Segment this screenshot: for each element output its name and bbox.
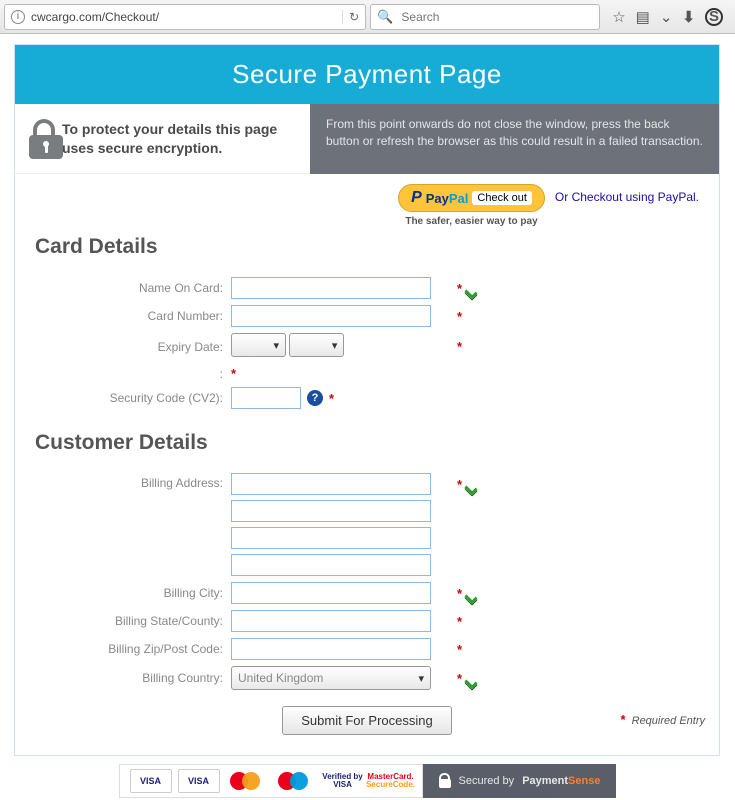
paypal-logo-pay: Pay (426, 191, 449, 206)
billing-address-1-input[interactable] (231, 473, 431, 495)
toolbar-icons: ☆ ▤ ⌄ ⬇ S (604, 8, 731, 26)
footer: VISA VISA Verified byVISA MasterCard.Sec… (14, 762, 721, 800)
lock-icon (29, 119, 50, 159)
visa-electron-badge: VISA (178, 769, 220, 793)
bookmark-star-icon[interactable]: ☆ (612, 8, 625, 26)
warning-text: From this point onwards do not close the… (310, 104, 719, 174)
payment-page: Secure Payment Page To protect your deta… (14, 44, 720, 756)
label-billing-state: Billing State/County: (35, 614, 225, 628)
label-expiry: Expiry Date: (35, 340, 225, 354)
verified-by-visa-badge: Verified byVISA (322, 769, 364, 793)
cv2-input[interactable] (231, 387, 301, 409)
paypal-p-icon: P (411, 189, 422, 207)
reading-list-icon[interactable]: ▤ (636, 8, 650, 26)
required-marker: * (457, 477, 462, 492)
required-marker: * (457, 614, 462, 629)
section-card-details: Card Details (35, 235, 699, 259)
label-billing-country: Billing Country: (35, 671, 225, 685)
label-billing-city: Billing City: (35, 586, 225, 600)
site-info-icon[interactable]: i (11, 10, 25, 24)
required-marker: * (457, 671, 462, 686)
expiry-year-select[interactable] (289, 333, 344, 357)
billing-zip-input[interactable] (231, 638, 431, 660)
check-icon (466, 280, 482, 296)
paypal-checkout-label: Check out (472, 191, 532, 205)
page-title: Secure Payment Page (15, 45, 719, 104)
search-icon: 🔍 (377, 9, 393, 25)
encryption-text: To protect your details this page uses s… (62, 120, 296, 156)
label-colon: : (35, 367, 225, 381)
mastercard-badge (226, 769, 268, 793)
help-icon[interactable]: ? (307, 390, 323, 406)
expiry-month-select[interactable] (231, 333, 286, 357)
required-marker: * (457, 281, 462, 296)
required-marker: * (457, 642, 462, 657)
billing-address-2-input[interactable] (231, 500, 431, 522)
info-bar: To protect your details this page uses s… (15, 104, 719, 174)
visa-badge: VISA (130, 769, 172, 793)
search-bar[interactable]: 🔍 (370, 4, 600, 30)
url-text: cwcargo.com/Checkout/ (31, 10, 159, 24)
section-customer-details: Customer Details (35, 431, 699, 455)
search-input[interactable] (399, 9, 593, 25)
paymentsense-brand: PaymentSense (522, 775, 600, 787)
lock-icon (439, 774, 451, 788)
pocket-icon[interactable]: ⌄ (660, 8, 673, 26)
card-number-input[interactable] (231, 305, 431, 327)
required-marker: * (457, 339, 462, 354)
label-cv2: Security Code (CV2): (35, 391, 225, 405)
required-marker: * (457, 309, 462, 324)
mastercard-securecode-badge: MasterCard.SecureCode. (370, 769, 412, 793)
required-entry-note: * Required Entry (620, 712, 705, 727)
browser-chrome: i cwcargo.com/Checkout/ ↻ 🔍 ☆ ▤ ⌄ ⬇ S (0, 0, 735, 34)
paypal-alt-link[interactable]: Or Checkout using PayPal. (555, 184, 699, 204)
label-name-on-card: Name On Card: (35, 281, 225, 295)
billing-state-input[interactable] (231, 610, 431, 632)
name-on-card-input[interactable] (231, 277, 431, 299)
card-badges: VISA VISA Verified byVISA MasterCard.Sec… (119, 764, 423, 798)
extension-s-icon[interactable]: S (705, 8, 723, 26)
secured-by-block: Secured by PaymentSense (423, 764, 617, 798)
submit-button[interactable]: Submit For Processing (282, 706, 452, 735)
downloads-icon[interactable]: ⬇ (682, 8, 695, 26)
billing-address-4-input[interactable] (231, 554, 431, 576)
paypal-tagline: The safer, easier way to pay (398, 216, 545, 227)
reload-icon[interactable]: ↻ (342, 10, 359, 24)
label-card-number: Card Number: (35, 309, 225, 323)
required-marker: * (457, 586, 462, 601)
label-billing-zip: Billing Zip/Post Code: (35, 642, 225, 656)
billing-country-select[interactable]: United Kingdom (231, 666, 431, 690)
billing-address-3-input[interactable] (231, 527, 431, 549)
required-marker: * (231, 366, 236, 381)
check-icon (466, 476, 482, 492)
secured-by-label: Secured by (459, 775, 515, 787)
billing-city-input[interactable] (231, 582, 431, 604)
paypal-checkout-button[interactable]: P PayPal Check out (398, 184, 545, 212)
paypal-logo-pal: Pal (449, 191, 469, 206)
required-marker: * (329, 391, 334, 406)
check-icon (466, 670, 482, 686)
check-icon (466, 585, 482, 601)
label-billing-address: Billing Address: (35, 473, 225, 490)
maestro-badge (274, 769, 316, 793)
address-bar[interactable]: i cwcargo.com/Checkout/ ↻ (4, 4, 366, 30)
